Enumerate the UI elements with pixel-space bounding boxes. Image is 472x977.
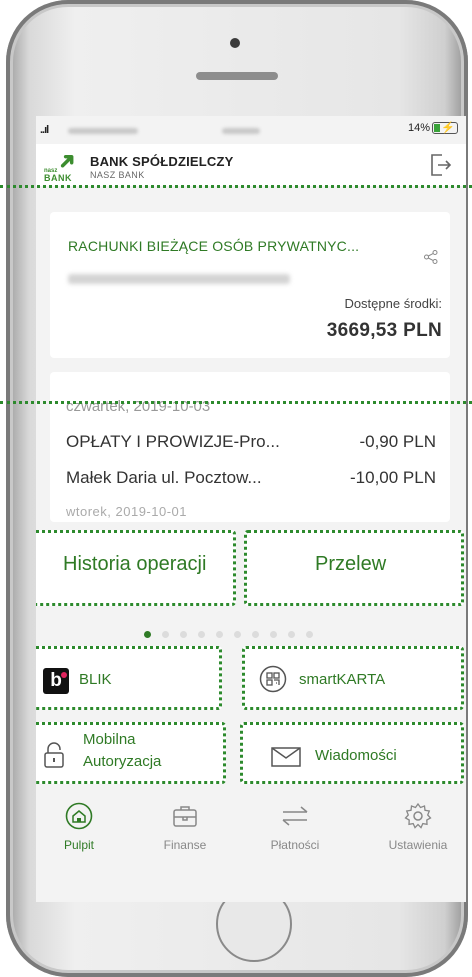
bank-subtitle: NASZ BANK [90,170,145,180]
transfer-tile[interactable]: Przelew [244,530,464,606]
account-name: RACHUNKI BIEŻĄCE OSÓB PRYWATNYC... [68,238,360,254]
highlight-line-header [0,185,472,188]
battery-percent: 14% [408,122,431,134]
status-bar: ..ıl 14% ⚡ [36,116,466,144]
transfer-arrows-icon [282,806,308,826]
account-number-blurred [68,274,290,284]
mobile-authorization-tile[interactable]: Mobilna Autoryzacja [36,722,226,784]
smartkarta-tile[interactable]: smartKARTA [242,646,464,710]
carrier-name-blurred [68,128,138,134]
logout-icon[interactable] [428,152,452,178]
page-dot [234,631,241,638]
padlock-icon [44,742,64,768]
history-tile-label: Historia operacji [63,553,207,575]
envelope-icon [271,747,301,767]
app-header: ➜ nasz BANK BANK SPÓŁDZIELCZY NASZ BANK [36,144,466,186]
front-camera [230,38,240,48]
history-date: wtorek, 2019-10-01 [66,504,188,519]
bank-name: BANK SPÓŁDZIELCZY [90,154,234,169]
recent-operations-card[interactable]: czwartek, 2019-10-03 OPŁATY I PROWIZJE-P… [50,372,450,522]
nav-label: Pulpit [63,838,95,852]
page-dot [180,631,187,638]
nav-item-finanse[interactable]: Finanse [142,792,228,868]
earpiece-speaker [196,72,278,80]
messages-label: Wiadomości [315,747,397,764]
page-dot [306,631,313,638]
page-dot [252,631,259,638]
account-card[interactable]: RACHUNKI BIEŻĄCE OSÓB PRYWATNYC... Dostę… [50,212,450,358]
nav-item-pulpit[interactable]: Pulpit [36,792,122,868]
mobile-authorization-label-line2: Autoryzacja [83,753,162,770]
home-icon [65,802,93,830]
bank-logo: ➜ nasz BANK [44,145,83,183]
briefcase-icon [173,806,197,827]
messages-tile[interactable]: Wiadomości [240,722,464,784]
page-dot [288,631,295,638]
signal-icon: ..ıl [40,124,49,136]
available-funds-label: Dostępne środki: [344,296,442,311]
transaction-description: Małek Daria ul. Pocztow... [66,468,262,487]
gear-icon [404,802,432,829]
smartkarta-label: smartKARTA [299,671,386,688]
available-funds-value: 3669,53 PLN [326,320,442,341]
bottom-navigation: Pulpit Finanse Płatności Ustawienia [36,792,466,868]
transfer-tile-label: Przelew [315,553,387,575]
page-dot [270,631,277,638]
battery-icon: ⚡ [432,122,458,134]
qr-code-icon [259,665,287,693]
nav-label: Ustawienia [388,838,448,852]
transaction-amount: -0,90 PLN [359,432,436,451]
nav-item-platnosci[interactable]: Płatności [252,792,338,868]
share-icon[interactable] [424,250,438,264]
page-dot-active [144,631,151,638]
page-indicator [144,631,364,641]
nav-item-ustawienia[interactable]: Ustawienia [370,792,466,868]
blik-logo-icon: b [43,668,69,694]
clock-blurred [222,128,260,134]
page-dot [198,631,205,638]
transaction-description: OPŁATY I PROWIZJE-Pro... [66,432,280,451]
history-tile[interactable]: Historia operacji [36,530,236,606]
page-dot [216,631,223,638]
nav-label: Płatności [270,838,320,852]
page-dot [162,631,169,638]
phone-screen: ..ıl 14% ⚡ ➜ nasz BANK BANK SPÓŁDZIELCZY… [36,116,466,902]
highlight-line-history [0,401,472,404]
blik-tile[interactable]: b BLIK [36,646,222,710]
mobile-authorization-label-line1: Mobilna [83,731,136,748]
nav-label: Finanse [163,838,207,852]
transaction-amount: -10,00 PLN [350,468,436,487]
blik-label: BLIK [79,671,112,688]
